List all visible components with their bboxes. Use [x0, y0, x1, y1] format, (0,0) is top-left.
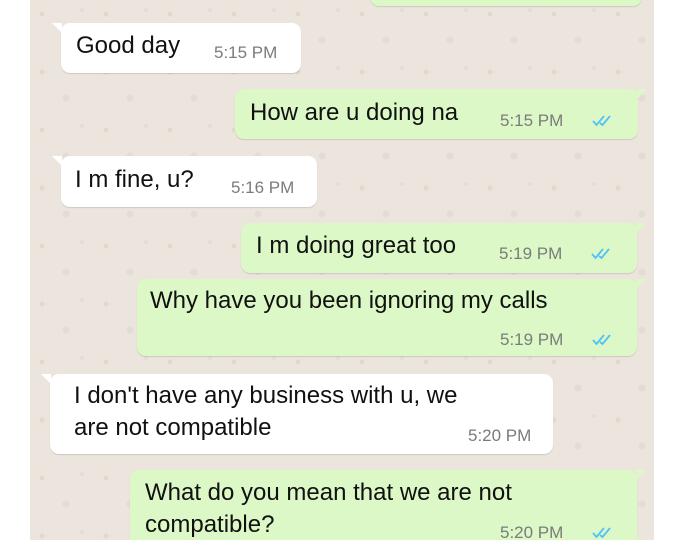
message-timestamp: 5:15 PM [500, 111, 564, 130]
message-bubble-outgoing[interactable]: Why have you been ignoring my calls 5:19… [137, 279, 646, 356]
message-text: I m fine, u? [75, 166, 194, 193]
message-text: I m doing great too [256, 232, 457, 259]
message-bubble-outgoing[interactable]: How are u doing na 5:15 PM [235, 89, 647, 139]
message-bubble-outgoing[interactable]: What do you mean that we are not compati… [130, 470, 646, 540]
message-bubble-outgoing[interactable]: I m doing great too 5:19 PM [241, 223, 646, 273]
message-bubble-incoming[interactable]: Good day 5:15 PM [52, 23, 301, 73]
message-bubble-incoming[interactable]: I m fine, u? 5:16 PM [52, 156, 317, 207]
message-bubble-outgoing-partial[interactable] [370, 0, 642, 6]
chat-area[interactable]: Good day 5:15 PM How are u doing na 5:15… [30, 0, 654, 540]
message-timestamp: 5:16 PM [231, 178, 295, 197]
message-text-line: are not compatible [74, 414, 272, 441]
double-check-read-icon [592, 115, 611, 127]
message-timestamp: 5:20 PM [468, 426, 532, 445]
message-text: Why have you been ignoring my calls [150, 287, 548, 314]
message-text: How are u doing na [250, 99, 459, 126]
message-text-line: compatible? [145, 511, 275, 538]
message-text-line: I don't have any business with u, we [74, 382, 458, 409]
message-timestamp: 5:19 PM [499, 244, 563, 263]
message-text: Good day [76, 32, 181, 59]
message-bubble-incoming[interactable]: I don't have any business with u, we are… [41, 374, 553, 454]
double-check-read-icon [592, 527, 611, 539]
message-timestamp: 5:19 PM [500, 330, 564, 349]
double-check-read-icon [592, 334, 611, 346]
message-timestamp: 5:15 PM [214, 43, 278, 62]
message-text-line: What do you mean that we are not [145, 479, 512, 506]
double-check-read-icon [591, 248, 610, 260]
message-timestamp: 5:20 PM [500, 523, 564, 540]
